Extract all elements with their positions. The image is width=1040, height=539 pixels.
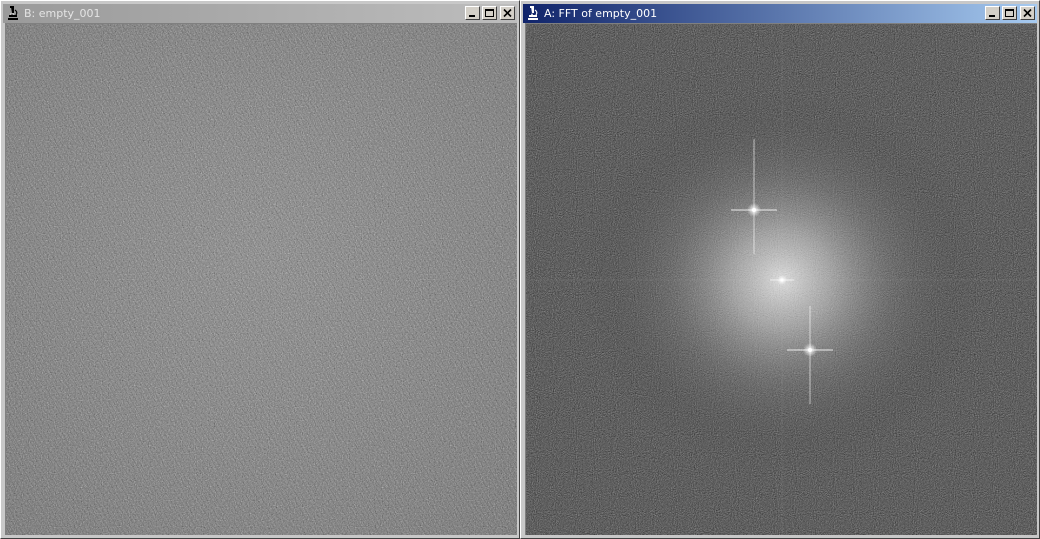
close-icon (503, 8, 512, 18)
minimize-icon (989, 15, 995, 17)
image-canvas-b[interactable] (5, 23, 517, 535)
window-controls (465, 6, 515, 21)
maximize-icon (1005, 9, 1014, 17)
minimize-button[interactable] (465, 6, 480, 20)
minimize-button[interactable] (985, 6, 1000, 20)
grayscale-noise-image (6, 24, 517, 535)
close-button[interactable] (1020, 6, 1035, 20)
title-bar[interactable]: A: FFT of empty_001 (523, 4, 1037, 23)
close-icon (1023, 8, 1032, 18)
imagej-microscope-icon[interactable] (5, 5, 21, 21)
window-title: B: empty_001 (24, 7, 101, 20)
maximize-button[interactable] (482, 6, 497, 20)
title-bar[interactable]: B: empty_001 (3, 4, 517, 23)
window-controls (985, 6, 1035, 21)
image-window-b[interactable]: B: empty_001 (0, 0, 520, 539)
window-title: A: FFT of empty_001 (544, 7, 658, 20)
fft-power-spectrum-image (526, 24, 1037, 535)
maximize-icon (485, 9, 494, 17)
close-button[interactable] (500, 6, 515, 20)
maximize-button[interactable] (1002, 6, 1017, 20)
imagej-microscope-icon[interactable] (525, 5, 541, 21)
image-window-a[interactable]: A: FFT of empty_001 (520, 0, 1040, 539)
minimize-icon (469, 15, 475, 17)
image-canvas-a[interactable] (525, 23, 1037, 535)
